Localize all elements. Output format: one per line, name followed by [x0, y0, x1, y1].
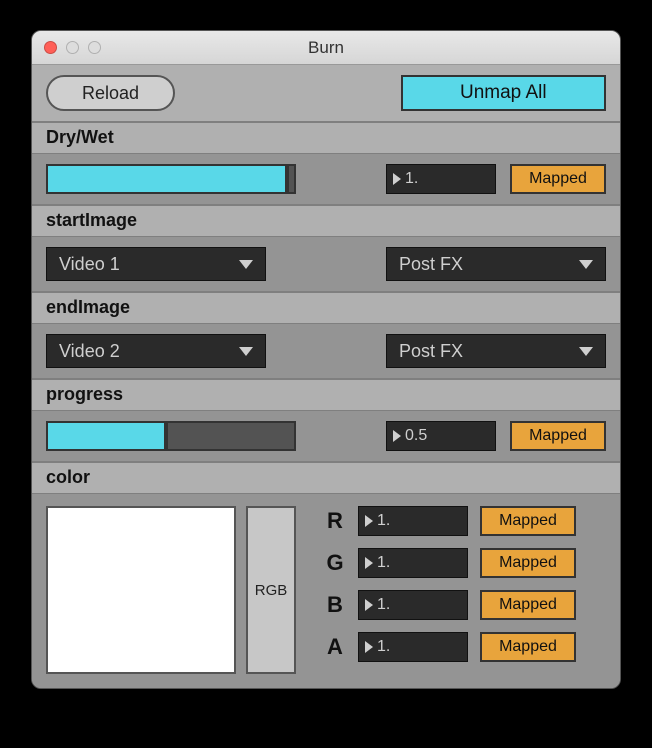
drywet-slider[interactable] — [46, 164, 296, 194]
progress-slider-fill — [48, 423, 166, 449]
titlebar: Burn — [32, 31, 620, 65]
chevron-down-icon — [239, 260, 253, 269]
endimage-stage-select[interactable]: Post FX — [386, 334, 606, 368]
b-number-input[interactable]: 1. — [358, 590, 468, 620]
reload-button[interactable]: Reload — [46, 75, 175, 111]
channel-label: A — [324, 634, 346, 660]
channel-label: G — [324, 550, 346, 576]
a-number-input[interactable]: 1. — [358, 632, 468, 662]
g-mapped-button[interactable]: Mapped — [480, 548, 576, 578]
param-row-startimage: Video 1 Post FX — [32, 237, 620, 291]
param-label-drywet: Dry/Wet — [32, 121, 620, 154]
progress-mapped-button[interactable]: Mapped — [510, 421, 606, 451]
unmap-all-button[interactable]: Unmap All — [401, 75, 606, 111]
drywet-mapped-button[interactable]: Mapped — [510, 164, 606, 194]
toolbar: Reload Unmap All — [32, 65, 620, 121]
color-channel-a: A 1. Mapped — [324, 632, 576, 662]
startimage-stage-value: Post FX — [399, 254, 463, 275]
startimage-stage-select[interactable]: Post FX — [386, 247, 606, 281]
color-channel-r: R 1. Mapped — [324, 506, 576, 536]
endimage-source-value: Video 2 — [59, 341, 120, 362]
drywet-slider-handle[interactable] — [285, 166, 289, 192]
chevron-down-icon — [239, 347, 253, 356]
endimage-stage-value: Post FX — [399, 341, 463, 362]
progress-slider[interactable] — [46, 421, 296, 451]
drywet-number-input[interactable]: 1. — [386, 164, 496, 194]
r-value: 1. — [377, 512, 390, 530]
param-row-color: RGB R 1. Mapped G 1. Mapped B — [32, 494, 620, 688]
play-icon — [365, 515, 373, 527]
progress-number-input[interactable]: 0.5 — [386, 421, 496, 451]
color-channel-b: B 1. Mapped — [324, 590, 576, 620]
g-number-input[interactable]: 1. — [358, 548, 468, 578]
chevron-down-icon — [579, 260, 593, 269]
param-row-endimage: Video 2 Post FX — [32, 324, 620, 378]
a-mapped-button[interactable]: Mapped — [480, 632, 576, 662]
progress-value: 0.5 — [405, 427, 427, 445]
a-value: 1. — [377, 638, 390, 656]
param-row-progress: 0.5 Mapped — [32, 411, 620, 461]
progress-slider-handle[interactable] — [164, 423, 168, 449]
window-controls — [32, 41, 101, 54]
r-mapped-button[interactable]: Mapped — [480, 506, 576, 536]
color-channels: R 1. Mapped G 1. Mapped B 1. — [324, 506, 576, 662]
chevron-down-icon — [579, 347, 593, 356]
color-channel-g: G 1. Mapped — [324, 548, 576, 578]
drywet-value: 1. — [405, 170, 418, 188]
close-icon[interactable] — [44, 41, 57, 54]
window-title: Burn — [32, 38, 620, 58]
play-icon — [393, 173, 401, 185]
param-row-drywet: 1. Mapped — [32, 154, 620, 204]
color-mode-chip[interactable]: RGB — [246, 506, 296, 674]
endimage-source-select[interactable]: Video 2 — [46, 334, 266, 368]
channel-label: B — [324, 592, 346, 618]
param-label-progress: progress — [32, 378, 620, 411]
color-swatch[interactable] — [46, 506, 236, 674]
param-label-color: color — [32, 461, 620, 494]
app-window: Burn Reload Unmap All Dry/Wet 1. Mapped … — [31, 30, 621, 689]
zoom-icon[interactable] — [88, 41, 101, 54]
minimize-icon[interactable] — [66, 41, 79, 54]
drywet-slider-fill — [48, 166, 287, 192]
b-mapped-button[interactable]: Mapped — [480, 590, 576, 620]
param-label-endimage: endImage — [32, 291, 620, 324]
param-label-startimage: startImage — [32, 204, 620, 237]
startimage-source-value: Video 1 — [59, 254, 120, 275]
play-icon — [393, 430, 401, 442]
channel-label: R — [324, 508, 346, 534]
r-number-input[interactable]: 1. — [358, 506, 468, 536]
startimage-source-select[interactable]: Video 1 — [46, 247, 266, 281]
play-icon — [365, 599, 373, 611]
play-icon — [365, 557, 373, 569]
play-icon — [365, 641, 373, 653]
b-value: 1. — [377, 596, 390, 614]
g-value: 1. — [377, 554, 390, 572]
